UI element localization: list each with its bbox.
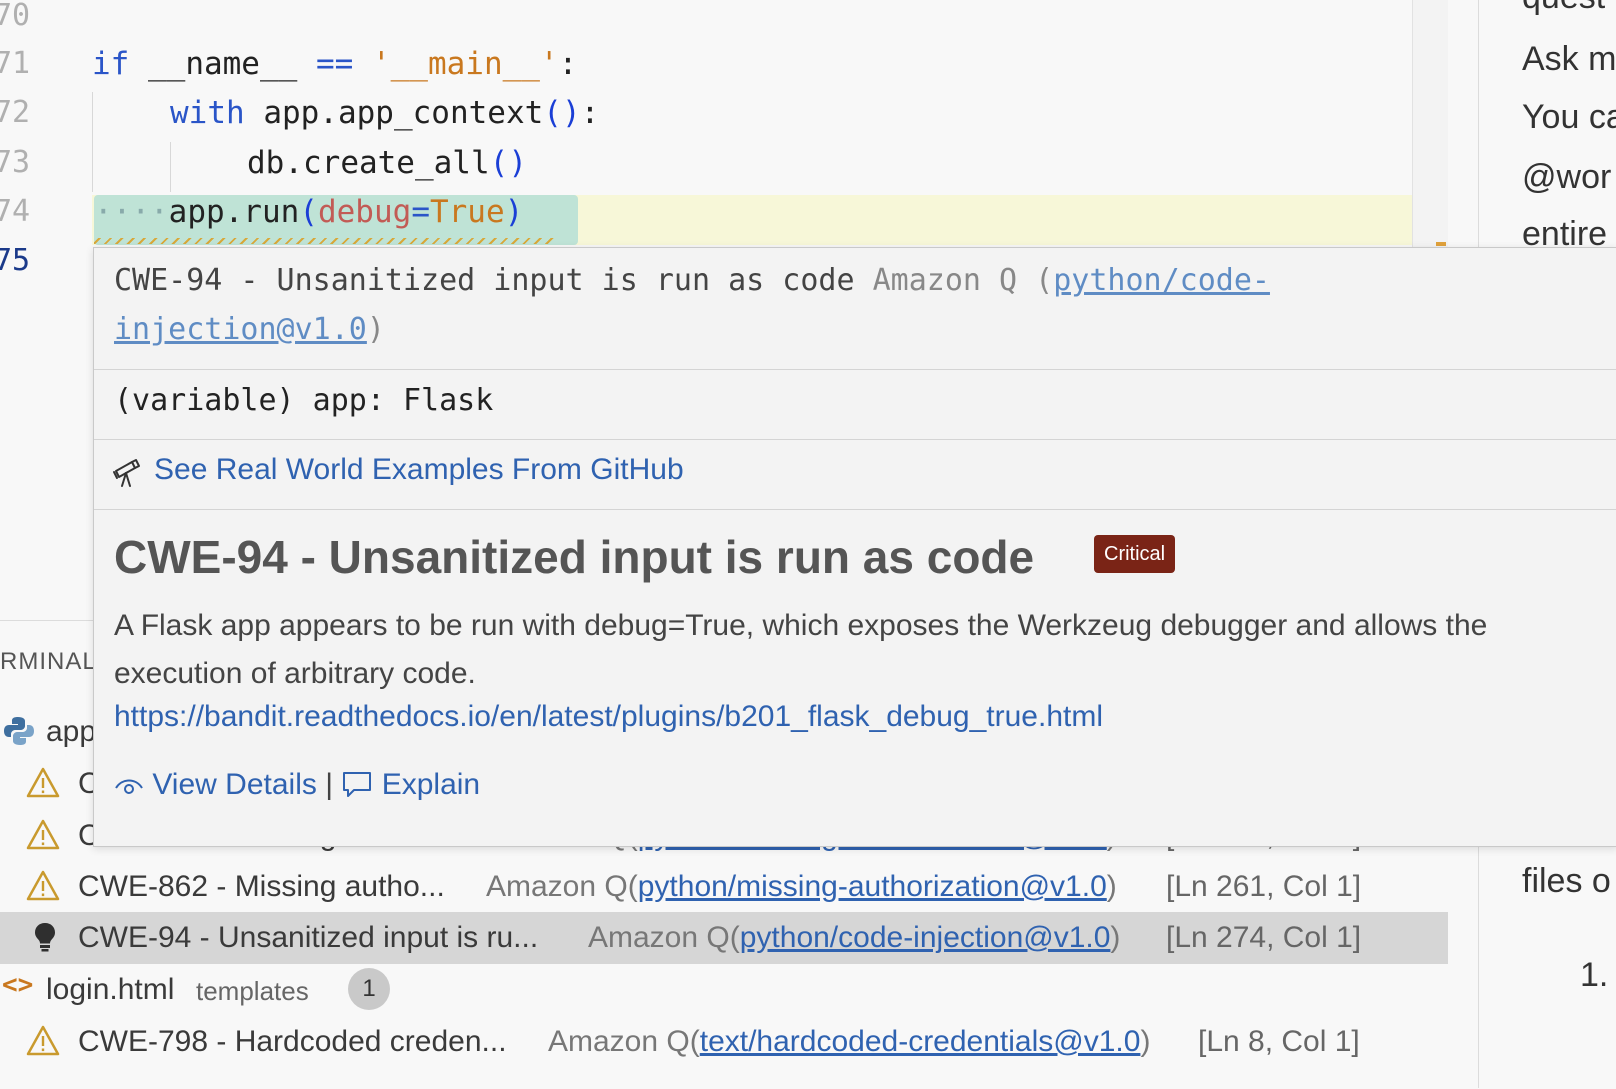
paren: ( — [299, 194, 318, 230]
problem-source: Amazon Q(python/code-injection@v1.0) — [588, 921, 1121, 954]
indent-guide — [170, 142, 171, 192]
warning-icon — [26, 767, 60, 798]
identifier: app.app_context — [244, 95, 544, 131]
file-name: login.html — [46, 973, 175, 1006]
chat-text: Ask m — [1522, 40, 1616, 78]
parameter: debug — [317, 194, 412, 230]
html-file-icon: <> — [2, 970, 34, 1000]
diagnostic-message: CWE-94 - Unsanitized input is run as cod… — [114, 256, 1414, 354]
action-separator: | — [325, 768, 334, 801]
problem-location: [Ln 274, Col 1] — [1166, 921, 1362, 954]
diagnostic-source: Amazon Q — [872, 263, 1018, 298]
problem-message: CWE-94 - Unsanitized input is ru... — [78, 921, 539, 954]
line-number: 74 — [0, 194, 31, 229]
telescope-icon — [113, 459, 140, 487]
warning-squiggle — [94, 238, 556, 244]
paren: ( — [489, 145, 509, 181]
tab-terminal[interactable]: RMINAL — [0, 648, 97, 676]
hover-tooltip: CWE-94 - Unsanitized input is run as cod… — [93, 247, 1616, 847]
scrollbar-warning-marker — [1436, 242, 1446, 246]
warning-icon — [26, 870, 60, 901]
file-directory: templates — [196, 976, 309, 1006]
chat-text: You ca — [1522, 98, 1616, 136]
code-line-73[interactable]: db.create_all() — [247, 145, 527, 181]
reference-link[interactable]: https://bandit.readthedocs.io/en/latest/… — [114, 700, 1103, 734]
problem-location: [Ln 261, Col 1] — [1166, 870, 1362, 903]
lightbulb-icon[interactable] — [28, 920, 62, 954]
code-line-72[interactable]: with app.app_context(): — [170, 95, 599, 131]
comment-icon — [343, 772, 372, 797]
colon: : — [558, 46, 578, 82]
keyword: with — [170, 95, 245, 131]
paren: ( — [543, 95, 562, 131]
explain-link[interactable]: Explain — [382, 768, 480, 801]
warning-icon — [26, 819, 60, 850]
constant: True — [429, 194, 505, 230]
problem-location: [Ln 8, Col 1] — [1198, 1025, 1360, 1058]
line-number: 70 — [0, 0, 31, 33]
source-label: Amazon Q — [548, 1025, 690, 1058]
string-literal: '__main__' — [353, 46, 559, 82]
chat-text: @wor — [1522, 158, 1612, 196]
problem-count-badge: 1 — [348, 968, 390, 1010]
line-number: 71 — [0, 46, 31, 81]
file-group-login[interactable]: <> login.html templates 1 — [0, 964, 1448, 1016]
problem-row-selected[interactable]: CWE-94 - Unsanitized input is ru... Amaz… — [0, 912, 1448, 964]
rule-link[interactable]: python/code-injection@v1.0 — [740, 921, 1111, 954]
hover-actions: View Details | Explain — [114, 768, 480, 802]
hover-type-section: (variable) app: Flask — [94, 369, 1616, 440]
line-number: 72 — [0, 95, 31, 130]
identifier: db.create_all — [247, 145, 490, 181]
paren: ) — [561, 95, 581, 131]
rule-link[interactable]: python/missing-authorization@v1.0 — [638, 870, 1107, 903]
problem-message: CWE-862 - Missing autho... — [78, 870, 445, 903]
eye-icon — [115, 779, 143, 794]
problem-source: Amazon Q(text/hardcoded-credentials@v1.0… — [548, 1025, 1151, 1058]
chat-text: files o — [1522, 862, 1611, 900]
whitespace-dots: ···· — [94, 194, 169, 230]
chat-list-number: 1. — [1580, 956, 1609, 994]
github-examples-link[interactable]: See Real World Examples From GitHub — [154, 453, 684, 487]
source-label: Amazon Q — [486, 870, 628, 903]
problem-message: CWE-798 - Hardcoded creden... — [78, 1025, 507, 1058]
paren: ) — [504, 194, 524, 230]
file-name: app — [46, 715, 97, 748]
diagnostic-open-paren: ( — [1017, 263, 1054, 298]
keyword: if — [92, 46, 130, 82]
colon: : — [580, 95, 600, 131]
line-number-active: 75 — [0, 243, 31, 278]
identifier: app.run — [168, 194, 300, 230]
indent-guide — [92, 92, 93, 192]
hover-diagnostic-section: CWE-94 - Unsanitized input is run as cod… — [94, 248, 1616, 370]
operator: == — [315, 46, 354, 82]
type-signature: (variable) app: Flask — [114, 383, 494, 418]
code-line-71[interactable]: if __name__ == '__main__': — [92, 46, 577, 82]
warning-icon — [26, 1025, 60, 1056]
vulnerability-description: A Flask app appears to be run with debug… — [114, 609, 1488, 690]
source-label: Amazon Q — [588, 921, 730, 954]
python-file-icon — [4, 717, 34, 745]
diagnostic-title: CWE-94 - Unsanitized input is run as cod… — [114, 263, 855, 298]
hover-github-section: See Real World Examples From GitHub — [94, 439, 1616, 510]
view-details-link[interactable]: View Details — [152, 768, 317, 801]
operator: = — [411, 194, 430, 230]
diagnostic-close-paren: ) — [366, 312, 385, 347]
problem-row[interactable]: CWE-862 - Missing autho... Amazon Q(pyth… — [0, 861, 1448, 913]
vulnerability-title: CWE-94 - Unsanitized input is run as cod… — [114, 531, 1035, 583]
identifier: __name__ — [129, 46, 316, 82]
code-line-74[interactable]: ····app.run(debug=True) — [94, 194, 523, 230]
severity-badge: Critical — [1094, 535, 1176, 573]
problem-row[interactable]: CWE-798 - Hardcoded creden... Amazon Q(t… — [0, 1016, 1448, 1068]
line-number: 73 — [0, 145, 31, 180]
chat-text: quest — [1522, 0, 1605, 17]
paren: ) — [508, 145, 527, 181]
problem-source: Amazon Q(python/missing-authorization@v1… — [486, 870, 1117, 903]
rule-link[interactable]: text/hardcoded-credentials@v1.0 — [700, 1025, 1141, 1058]
